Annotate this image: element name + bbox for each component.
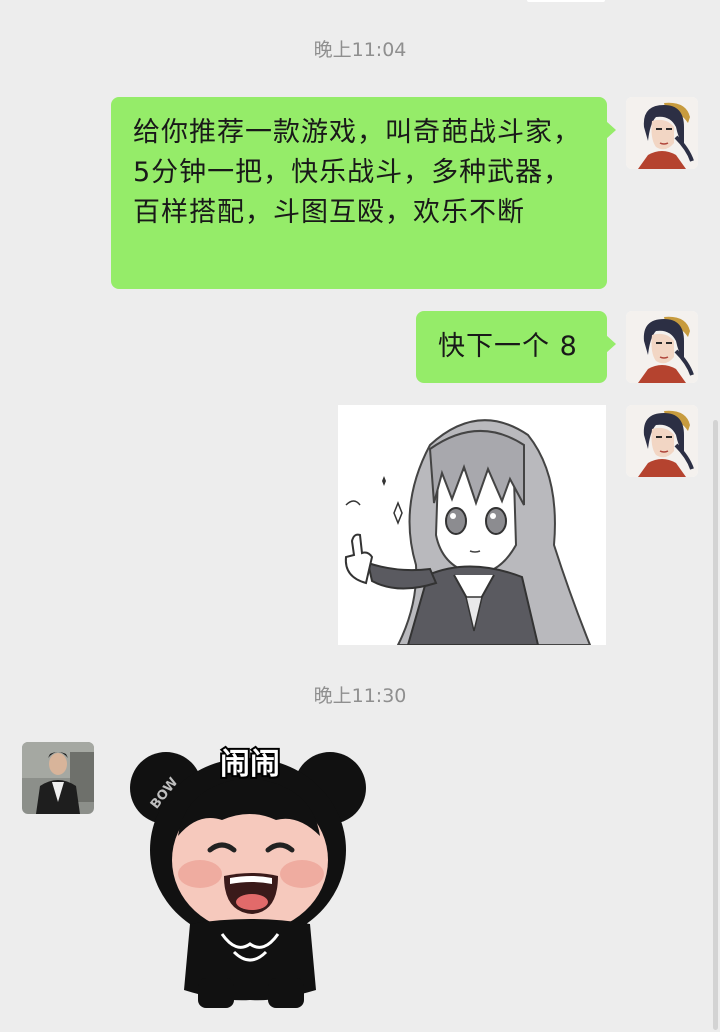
message-bubble-sent[interactable]: 给你推荐一款游戏，叫奇葩战斗家，5分钟一把，快乐战斗，多种武器，百样搭配，斗图互… bbox=[111, 97, 616, 289]
message-text: 给你推荐一款游戏，叫奇葩战斗家，5分钟一把，快乐战斗，多种武器，百样搭配，斗图互… bbox=[133, 117, 581, 228]
previous-bubble-edge bbox=[527, 0, 605, 2]
panda-baby-sticker[interactable]: BOW 闹闹 bbox=[126, 738, 370, 1010]
self-avatar[interactable] bbox=[626, 97, 698, 169]
self-avatar[interactable] bbox=[626, 311, 698, 383]
panda-baby-icon: BOW 闹闹 bbox=[130, 745, 366, 1008]
anime-woman-avatar-icon bbox=[626, 97, 698, 169]
timestamp: 晚上11:30 bbox=[313, 685, 407, 707]
message-bubble-sent[interactable]: 快下一个 8 bbox=[416, 311, 616, 383]
self-avatar[interactable] bbox=[626, 405, 698, 477]
bubble-tail bbox=[606, 121, 616, 139]
timestamp: 晚上11:04 bbox=[313, 39, 407, 61]
anime-woman-avatar-icon bbox=[626, 405, 698, 477]
man-photo-avatar-icon bbox=[22, 742, 94, 814]
friend-avatar[interactable] bbox=[22, 742, 94, 814]
chat-view[interactable]: 晚上11:04 给你推荐一款游戏，叫奇葩战斗家，5分钟一把，快乐战斗，多种武器，… bbox=[0, 0, 720, 1032]
anime-girl-thumbs-up-sticker[interactable] bbox=[338, 405, 606, 645]
anime-woman-avatar-icon bbox=[626, 311, 698, 383]
scrollbar[interactable] bbox=[713, 420, 718, 1030]
bubble-tail bbox=[606, 335, 616, 353]
message-text: 快下一个 8 bbox=[438, 331, 578, 362]
anime-girl-thumbs-up-icon bbox=[338, 405, 606, 645]
sticker-caption: 闹闹 bbox=[220, 747, 280, 782]
